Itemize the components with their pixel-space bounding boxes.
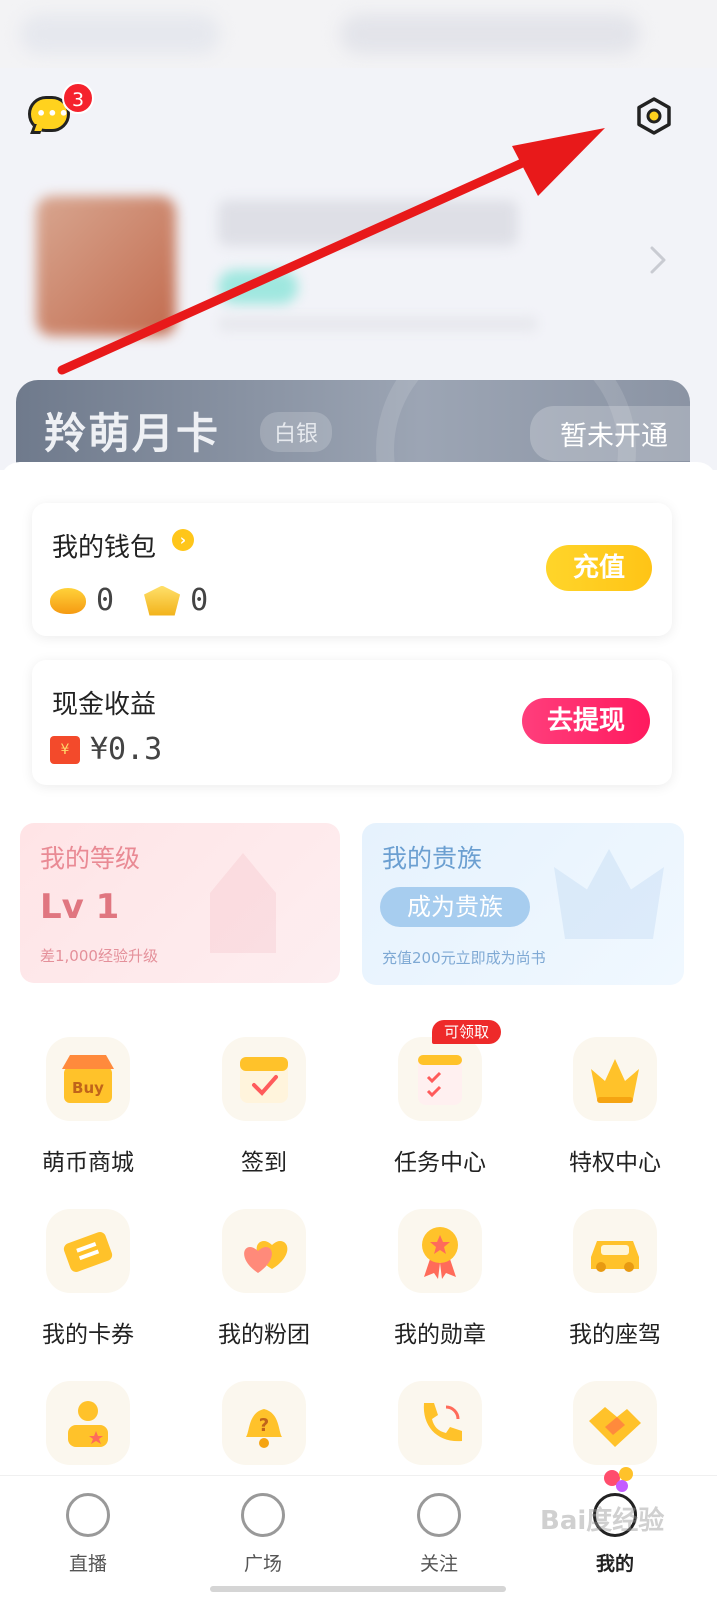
- grid-item-label: 我的粉团: [218, 1322, 310, 1348]
- chevron-right-icon[interactable]: [648, 244, 668, 276]
- wallet-title: 我的钱包: [52, 533, 157, 563]
- grid-item-vehicles[interactable]: 我的座驾: [535, 1209, 695, 1359]
- gold-ingot-icon: [144, 585, 181, 616]
- level-hint: 差1,000经验升级: [40, 947, 158, 965]
- grid-item-fanclub[interactable]: 我的粉团: [184, 1209, 344, 1359]
- svg-text:?: ?: [259, 1415, 269, 1436]
- withdraw-button[interactable]: 去提现: [522, 698, 650, 744]
- grid-item-checkin[interactable]: 签到: [184, 1037, 344, 1187]
- monthly-card-status[interactable]: 暂未开通: [530, 406, 690, 461]
- car-icon: [573, 1209, 657, 1293]
- blurred-region: [340, 14, 640, 54]
- watermark-text: Bai度经验: [540, 1506, 665, 1536]
- earnings-card[interactable]: 现金收益 ¥ ¥0.3 去提现: [32, 660, 672, 785]
- home-indicator: [210, 1586, 506, 1592]
- hearts-icon: [222, 1209, 306, 1293]
- grid-item-label: 任务中心: [394, 1150, 486, 1176]
- bean-count: 0: [96, 583, 115, 618]
- tab-label: 我的: [595, 1553, 634, 1575]
- claimable-badge: 可领取: [432, 1020, 502, 1044]
- recharge-button[interactable]: 充值: [546, 545, 652, 591]
- grid-item-label: 我的勋章: [394, 1322, 486, 1348]
- noble-hint: 充值200元立即成为尚书: [382, 949, 546, 967]
- level-card[interactable]: 我的等级 Lv 1 差1,000经验升级: [20, 823, 340, 983]
- phone-icon: [398, 1381, 482, 1465]
- monthly-card-title: 羚萌月卡: [44, 409, 221, 458]
- become-noble-button[interactable]: 成为贵族: [380, 887, 530, 927]
- username-blurred: [218, 200, 518, 246]
- grid-item-shop[interactable]: Buy 萌币商城: [8, 1037, 168, 1187]
- tab-live[interactable]: 直播: [28, 1493, 148, 1576]
- avatar: [36, 196, 176, 336]
- colorful-dots-icon: [604, 1467, 633, 1492]
- grid-item-tasks[interactable]: 任务中心: [360, 1037, 520, 1187]
- level-value: Lv 1: [40, 887, 120, 927]
- user-tag-blurred: [218, 270, 298, 304]
- heart-circle-icon: [417, 1493, 461, 1537]
- monthly-card-tier: 白银: [260, 412, 333, 452]
- svg-text:Buy: Buy: [72, 1079, 104, 1097]
- message-count-badge: 3: [62, 82, 94, 114]
- noble-card[interactable]: 我的贵族 成为贵族 充值200元立即成为尚书: [362, 823, 684, 985]
- chevron-right-icon[interactable]: ›: [172, 529, 194, 551]
- calendar-check-icon: [222, 1037, 306, 1121]
- grid-item-label: 我的座驾: [569, 1322, 661, 1348]
- noble-title: 我的贵族: [382, 844, 483, 873]
- status-bar-blurred: [0, 0, 717, 68]
- tab-label: 直播: [68, 1553, 107, 1575]
- task-list-icon: [398, 1037, 482, 1121]
- tab-label: 关注: [419, 1553, 458, 1575]
- wallet-card[interactable]: 我的钱包 › 0 0 充值: [32, 503, 672, 636]
- handshake-icon: [573, 1381, 657, 1465]
- medal-icon: [398, 1209, 482, 1293]
- house-decoration-icon: [210, 853, 276, 953]
- settings-button[interactable]: [634, 96, 674, 136]
- grid-item-label: 签到: [241, 1150, 287, 1176]
- earnings-amount-row: ¥ ¥0.3: [50, 732, 162, 767]
- level-title: 我的等级: [40, 844, 141, 873]
- red-envelope-icon: ¥: [50, 735, 80, 764]
- tab-square[interactable]: 广场: [203, 1493, 323, 1576]
- user-star-icon: [46, 1381, 130, 1465]
- grid-item-label: 特权中心: [569, 1150, 661, 1176]
- bean-icon: [50, 587, 86, 614]
- monthly-card-banner[interactable]: 羚萌月卡 白银 暂未开通: [16, 380, 690, 470]
- blurred-region: [20, 14, 220, 54]
- bell-question-icon: ?: [222, 1381, 306, 1465]
- grid-item-privilege[interactable]: 特权中心: [535, 1037, 695, 1187]
- chat-bubble-tail: [30, 124, 44, 134]
- user-info-blurred: [218, 316, 538, 332]
- crown-icon: [573, 1037, 657, 1121]
- earnings-title: 现金收益: [52, 690, 157, 720]
- live-refresh-icon: [66, 1493, 110, 1537]
- shop-icon: Buy: [46, 1037, 130, 1121]
- grid-item-label: 我的卡券: [42, 1322, 134, 1348]
- wallet-balance-row: 0 0: [50, 583, 208, 618]
- gear-icon: [637, 97, 671, 135]
- ticket-icon: [46, 1209, 130, 1293]
- gold-count: 0: [190, 583, 209, 618]
- grid-item-coupons[interactable]: 我的卡券: [8, 1209, 168, 1359]
- profile-card[interactable]: [18, 170, 678, 358]
- grid-item-label: 萌币商城: [42, 1150, 134, 1176]
- grid-item-medals[interactable]: 我的勋章: [360, 1209, 520, 1359]
- compass-icon: [241, 1493, 285, 1537]
- crown-decoration-icon: [554, 849, 664, 939]
- earnings-amount: ¥0.3: [90, 732, 163, 767]
- tab-label: 广场: [243, 1553, 282, 1575]
- tab-follow[interactable]: 关注: [379, 1493, 499, 1576]
